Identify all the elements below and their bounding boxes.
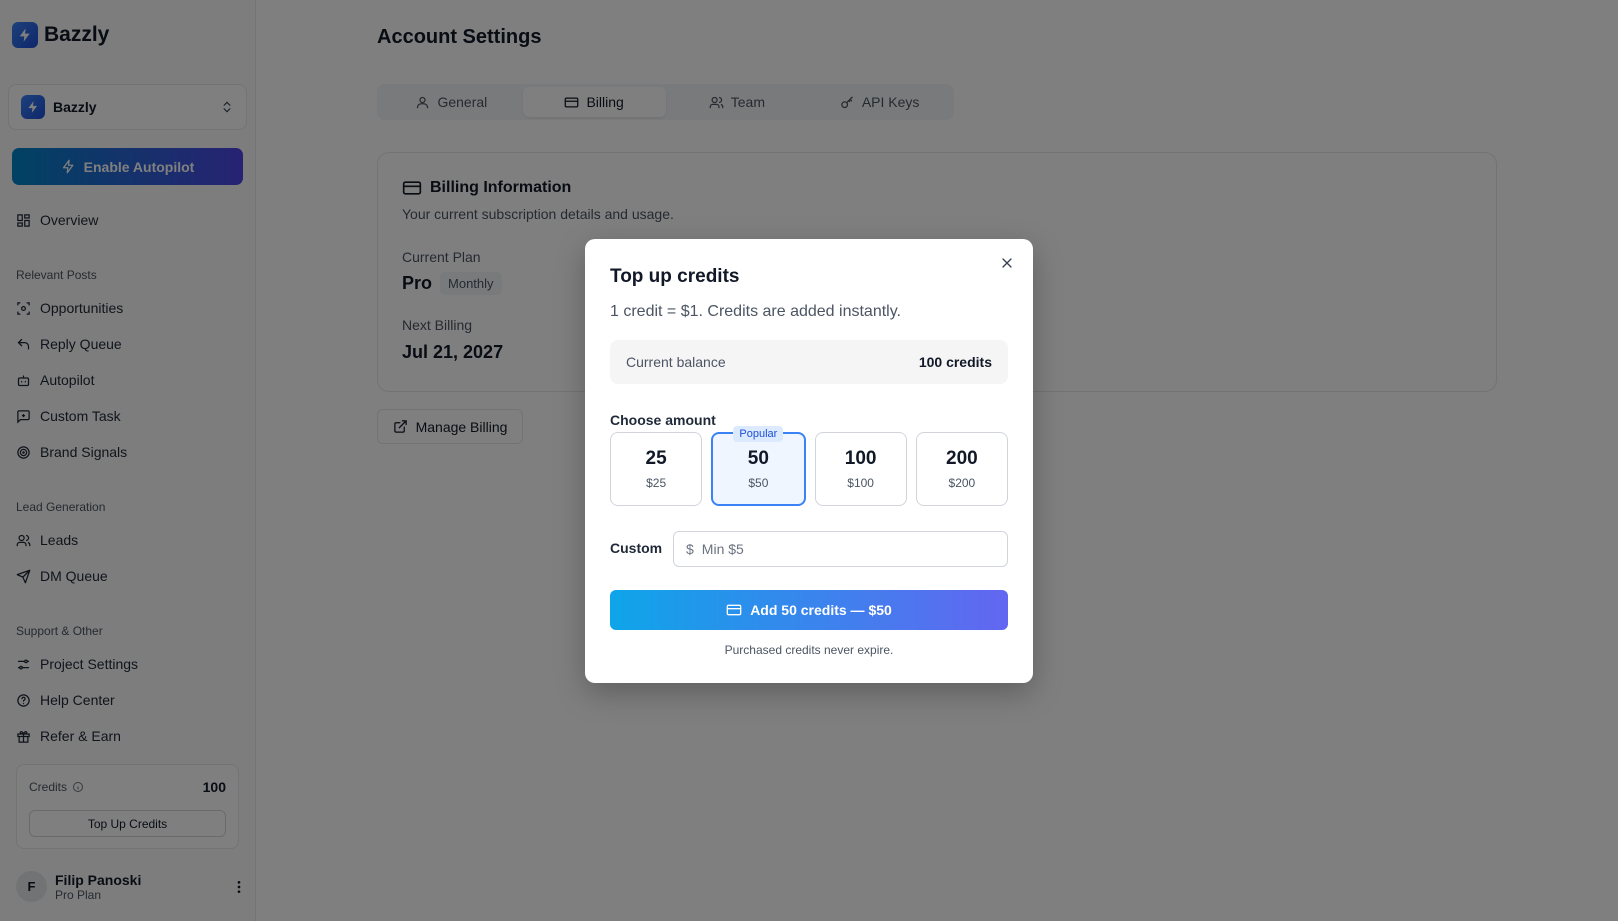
amount-option-50[interactable]: Popular 50 $50 [711,426,806,506]
custom-amount-field[interactable]: $ [673,531,1008,567]
dialog-subtitle: 1 credit = $1. Credits are added instant… [610,303,901,320]
popular-badge: Popular [733,426,784,442]
option-price: $50 [748,476,769,490]
custom-amount-label: Custom [610,540,663,556]
add-credits-button[interactable]: Add 50 credits — $50 [610,590,1008,630]
option-price: $25 [646,476,667,490]
option-credits: 200 [946,448,978,469]
amount-option-25[interactable]: 25 $25 [610,432,703,506]
amount-option-100[interactable]: 100 $100 [814,432,907,506]
top-up-credits-dialog: Top up credits 1 credit = $1. Credits ar… [585,239,1033,683]
close-icon[interactable] [999,255,1015,271]
option-price: $100 [847,476,874,490]
amount-options: 25 $25 Popular 50 $50 100 $100 200 $200 [610,426,1008,506]
custom-amount-input[interactable] [701,541,982,557]
option-credits: 50 [747,448,769,469]
option-credits: 100 [844,448,877,469]
dialog-title: Top up credits [610,266,740,287]
dialog-footnote: Purchased credits never expire. [724,643,894,657]
add-credits-label: Add 50 credits — $50 [750,602,892,618]
amount-option-200[interactable]: 200 $200 [915,432,1008,506]
credit-card-icon [726,604,742,616]
balance-value: 100 credits [918,354,992,370]
currency-prefix: $ [686,541,694,557]
balance-label: Current balance [626,354,726,370]
choose-amount-label: Choose amount [610,412,716,428]
current-balance: Current balance 100 credits [610,340,1008,384]
option-price: $200 [948,476,976,490]
option-credits: 25 [645,448,667,469]
